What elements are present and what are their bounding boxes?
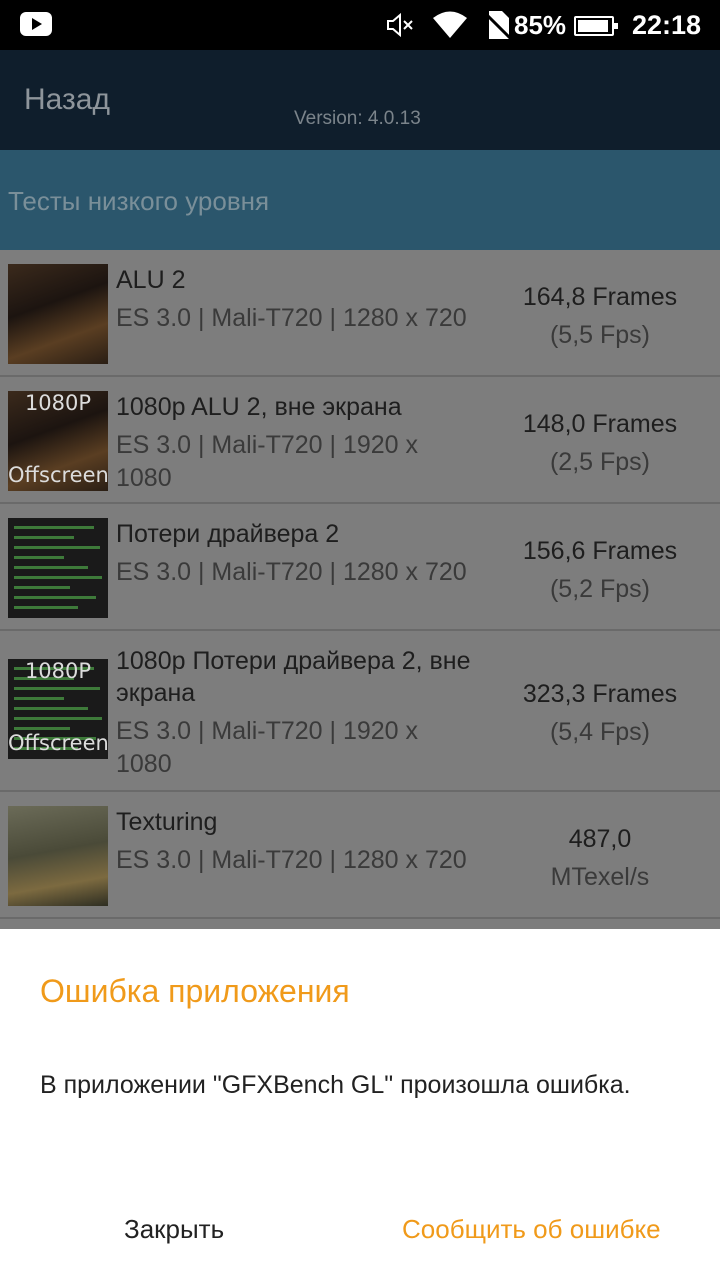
close-button[interactable]: Закрыть (124, 1213, 224, 1245)
dialog-message: В приложении "GFXBench GL" произошла оши… (40, 1071, 631, 1099)
test-thumbnail (8, 518, 108, 618)
test-result-secondary: (5,4 Fps) (549, 718, 651, 746)
test-thumbnail: 1080P Offscreen (8, 659, 108, 759)
error-dialog: Ошибка приложения В приложении "GFXBench… (0, 929, 720, 1280)
status-bar: 85% 22:18 (0, 0, 720, 50)
report-error-button[interactable]: Сообщить об ошибке (402, 1213, 661, 1245)
list-item[interactable]: 1080P Offscreen 1080p Потери драйвера 2,… (0, 631, 720, 792)
mute-icon (387, 12, 413, 38)
test-subtitle: ES 3.0 | Mali-T720 | 1280 x 720 (116, 846, 467, 874)
list-item[interactable]: Потери драйвера 2 ES 3.0 | Mali-T720 | 1… (0, 504, 720, 631)
test-list: ALU 2 ES 3.0 | Mali-T720 | 1280 x 720 16… (0, 250, 720, 919)
test-subtitle: ES 3.0 | Mali-T720 | 1280 x 720 (116, 558, 467, 586)
youtube-icon (20, 12, 52, 36)
thumbnail-tag-offscreen: Offscreen (8, 731, 108, 755)
version-label: Version: 4.0.13 (294, 108, 421, 129)
back-button[interactable]: Назад (24, 82, 110, 118)
test-result-secondary: (5,2 Fps) (549, 575, 651, 603)
list-item[interactable]: ALU 2 ES 3.0 | Mali-T720 | 1280 x 720 16… (0, 250, 720, 377)
status-icons (386, 10, 510, 40)
test-title: 1080p Потери драйвера 2, вне экрана (116, 647, 471, 707)
test-result-value: 148,0 Frames (522, 410, 678, 438)
battery-charging-icon (574, 16, 618, 36)
test-thumbnail (8, 806, 108, 906)
test-subtitle: ES 3.0 | Mali-T720 | 1280 x 720 (116, 304, 467, 332)
test-result-value: 164,8 Frames (522, 283, 678, 311)
battery-percent: 85% (514, 10, 567, 40)
thumbnail-tag-resolution: 1080P (24, 659, 92, 683)
test-result-value: 487,0 (568, 825, 632, 853)
dialog-title: Ошибка приложения (40, 973, 350, 1009)
test-result-value: 323,3 Frames (522, 680, 678, 708)
section-header: Тесты низкого уровня (0, 150, 720, 250)
thumbnail-tag-offscreen: Offscreen (8, 463, 108, 487)
screen: 85% 22:18 Назад Version: 4.0.13 Тесты ни… (0, 0, 720, 1280)
test-subtitle: ES 3.0 | Mali-T720 | 1920 x 1080 (116, 431, 419, 492)
test-title: Texturing (116, 808, 218, 836)
test-result-value: 156,6 Frames (522, 537, 678, 565)
thumbnail-tag-resolution: 1080P (24, 391, 92, 415)
test-subtitle: ES 3.0 | Mali-T720 | 1920 x 1080 (116, 717, 419, 778)
test-result-secondary: (2,5 Fps) (549, 448, 651, 476)
no-sim-icon (486, 11, 510, 40)
list-item[interactable]: Texturing ES 3.0 | Mali-T720 | 1280 x 72… (0, 792, 720, 919)
test-result-secondary: (5,5 Fps) (549, 321, 651, 349)
test-result-secondary: MTexel/s (550, 863, 650, 891)
list-item[interactable]: 1080P Offscreen 1080p ALU 2, вне экрана … (0, 377, 720, 504)
wifi-icon (433, 11, 467, 38)
test-thumbnail: 1080P Offscreen (8, 391, 108, 491)
section-title: Тесты низкого уровня (8, 186, 270, 216)
test-thumbnail (8, 264, 108, 364)
test-title: ALU 2 (116, 266, 186, 294)
clock: 22:18 (632, 10, 702, 40)
app-header: Назад Version: 4.0.13 (0, 50, 720, 150)
test-title: 1080p ALU 2, вне экрана (116, 393, 402, 421)
test-title: Потери драйвера 2 (116, 520, 340, 548)
